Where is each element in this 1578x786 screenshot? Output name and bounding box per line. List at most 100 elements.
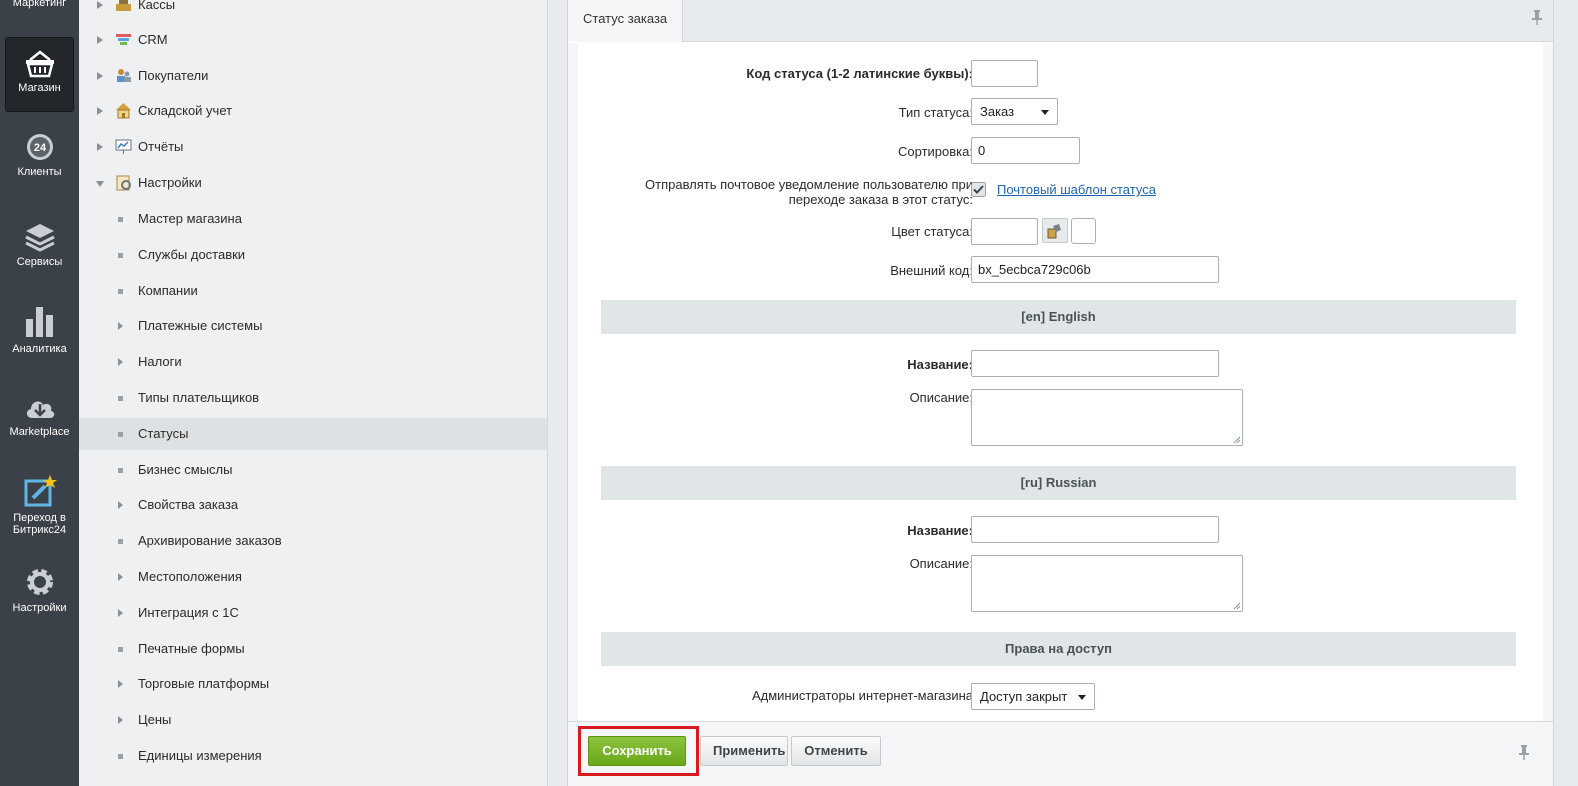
pin-icon[interactable]: [1531, 9, 1543, 25]
menu-label-customers: Покупатели: [138, 68, 209, 83]
cloud-download-icon: [26, 401, 54, 418]
rail-item-marketplace[interactable]: Marketplace: [0, 394, 79, 438]
notify-checkbox[interactable]: [971, 182, 986, 197]
notify-label-line1: Отправлять почтовое уведомление пользова…: [645, 177, 973, 192]
en-description-label: Описание:: [909, 390, 973, 405]
menu-label-reports: Отчёты: [138, 139, 184, 154]
icon-rail: Маркетинг Магазин 24 Клиенты Сервисы Ана…: [0, 0, 79, 786]
rail-item-bitrix24[interactable]: Переход в Битрикс24: [0, 474, 79, 536]
submenu-item-taxes[interactable]: Налоги: [79, 346, 547, 378]
status-color-input[interactable]: [971, 218, 1038, 245]
expand-arrow-icon[interactable]: [97, 1, 103, 9]
section-english: [en] English: [601, 300, 1516, 334]
expand-arrow-icon[interactable]: [118, 716, 123, 724]
menu-item-settings[interactable]: Настройки: [79, 167, 547, 199]
menu-item-customers[interactable]: Покупатели: [79, 60, 547, 92]
collapse-arrow-icon[interactable]: [96, 181, 104, 187]
expand-arrow-icon[interactable]: [97, 72, 103, 80]
cancel-button[interactable]: Отменить: [791, 736, 881, 766]
resize-grip-icon[interactable]: [1233, 602, 1241, 610]
tree-menu: Кассы CRM Покупатели Складской учет Отчё…: [79, 0, 548, 786]
edit-star-icon: [24, 475, 57, 507]
layers-icon: [24, 224, 55, 252]
submenu-item-payer-types[interactable]: Типы плательщиков: [79, 382, 547, 414]
submenu-item-order-archive[interactable]: Архивирование заказов: [79, 525, 547, 557]
tab-order-status[interactable]: Статус заказа: [568, 0, 684, 42]
submenu-label: Печатные формы: [138, 641, 245, 656]
bullet-icon: [118, 647, 123, 652]
rail-label-bitrix24: Переход в Битрикс24: [12, 512, 67, 536]
expand-arrow-icon[interactable]: [97, 36, 103, 44]
submenu-item-payment-systems[interactable]: Платежные системы: [79, 310, 547, 342]
submenu-label: Архивирование заказов: [138, 533, 282, 548]
menu-label-settings: Настройки: [138, 175, 202, 190]
expand-arrow-icon[interactable]: [118, 358, 123, 366]
status-code-label: Код статуса (1-2 латинские буквы):: [746, 66, 973, 81]
submenu-item-shop-wizard[interactable]: Мастер магазина: [79, 203, 547, 235]
menu-item-warehouse[interactable]: Складской учет: [79, 95, 547, 127]
expand-arrow-icon[interactable]: [118, 322, 123, 330]
en-description-textarea[interactable]: [971, 389, 1243, 446]
expand-arrow-icon[interactable]: [118, 609, 123, 617]
shop-admins-access-value: Доступ закрыт: [980, 689, 1068, 704]
chevron-down-icon: [1078, 695, 1086, 700]
menu-label-warehouse: Складской учет: [138, 103, 233, 118]
color-picker-button[interactable]: [1042, 218, 1068, 243]
en-name-label: Название:: [907, 357, 973, 372]
submenu-item-delivery[interactable]: Службы доставки: [79, 239, 547, 271]
expand-arrow-icon[interactable]: [97, 143, 103, 151]
expand-arrow-icon[interactable]: [97, 107, 103, 115]
ru-name-input[interactable]: [971, 516, 1219, 543]
bullet-icon: [118, 539, 123, 544]
submenu-item-business-meanings[interactable]: Бизнес смыслы: [79, 454, 547, 486]
color-preview-swatch[interactable]: [1071, 218, 1096, 244]
pin-icon[interactable]: [1518, 744, 1530, 760]
rail-item-clients[interactable]: 24 Клиенты: [0, 132, 79, 178]
rail-item-services[interactable]: Сервисы: [0, 222, 79, 268]
menu-item-cash[interactable]: Кассы: [79, 0, 547, 21]
rail-item-shop[interactable]: Магазин: [5, 37, 74, 112]
chevron-down-icon: [1041, 110, 1049, 115]
ru-description-textarea[interactable]: [971, 555, 1243, 612]
submenu-label: Местоположения: [138, 569, 242, 584]
save-button-highlight: [578, 726, 699, 776]
menu-item-reports[interactable]: Отчёты: [79, 131, 547, 163]
clients-badge-text: 24: [33, 142, 46, 154]
status-type-select[interactable]: Заказ: [971, 98, 1058, 125]
external-code-input[interactable]: bx_5ecbca729c06b: [971, 256, 1219, 283]
menu-item-crm[interactable]: CRM: [79, 24, 547, 56]
shop-admins-access-select[interactable]: Доступ закрыт: [971, 683, 1095, 710]
submenu-item-order-properties[interactable]: Свойства заказа: [79, 489, 547, 521]
rail-item-analytics[interactable]: Аналитика: [0, 305, 79, 355]
submenu-item-locations[interactable]: Местоположения: [79, 561, 547, 593]
en-name-input[interactable]: [971, 350, 1219, 377]
sort-input[interactable]: 0: [971, 137, 1080, 164]
submenu-item-print-forms[interactable]: Печатные формы: [79, 633, 547, 665]
status-code-input[interactable]: [971, 60, 1038, 87]
submenu-item-statuses[interactable]: Статусы: [79, 418, 547, 450]
submenu-label: Статусы: [138, 426, 189, 441]
submenu-label: Компании: [138, 283, 198, 298]
submenu-item-1c-integration[interactable]: Интеграция с 1С: [79, 597, 547, 629]
shop-admins-label: Администраторы интернет-магазина: [751, 688, 973, 703]
expand-arrow-icon[interactable]: [118, 573, 123, 581]
resize-grip-icon[interactable]: [1233, 436, 1241, 444]
rail-item-settings[interactable]: Настройки: [0, 566, 79, 614]
expand-arrow-icon[interactable]: [118, 501, 123, 509]
status-type-value: Заказ: [980, 104, 1015, 119]
mail-template-link[interactable]: Почтовый шаблон статуса: [997, 182, 1156, 197]
submenu-item-units[interactable]: Единицы измерения: [79, 740, 547, 772]
bullet-icon: [118, 253, 123, 258]
rail-item-marketing[interactable]: Маркетинг: [0, 0, 79, 9]
submenu-item-trade-platforms[interactable]: Торговые платформы: [79, 668, 547, 700]
right-gutter: [1554, 0, 1578, 786]
gear-icon: [26, 569, 53, 595]
submenu-item-prices[interactable]: Цены: [79, 704, 547, 736]
section-access-rights: Права на доступ: [601, 632, 1516, 666]
warehouse-icon: [116, 103, 131, 119]
expand-arrow-icon[interactable]: [118, 680, 123, 688]
submenu-item-companies[interactable]: Компании: [79, 275, 547, 307]
status-type-label: Тип статуса:: [898, 105, 973, 120]
bullet-icon: [118, 217, 123, 222]
apply-button[interactable]: Применить: [700, 736, 788, 766]
